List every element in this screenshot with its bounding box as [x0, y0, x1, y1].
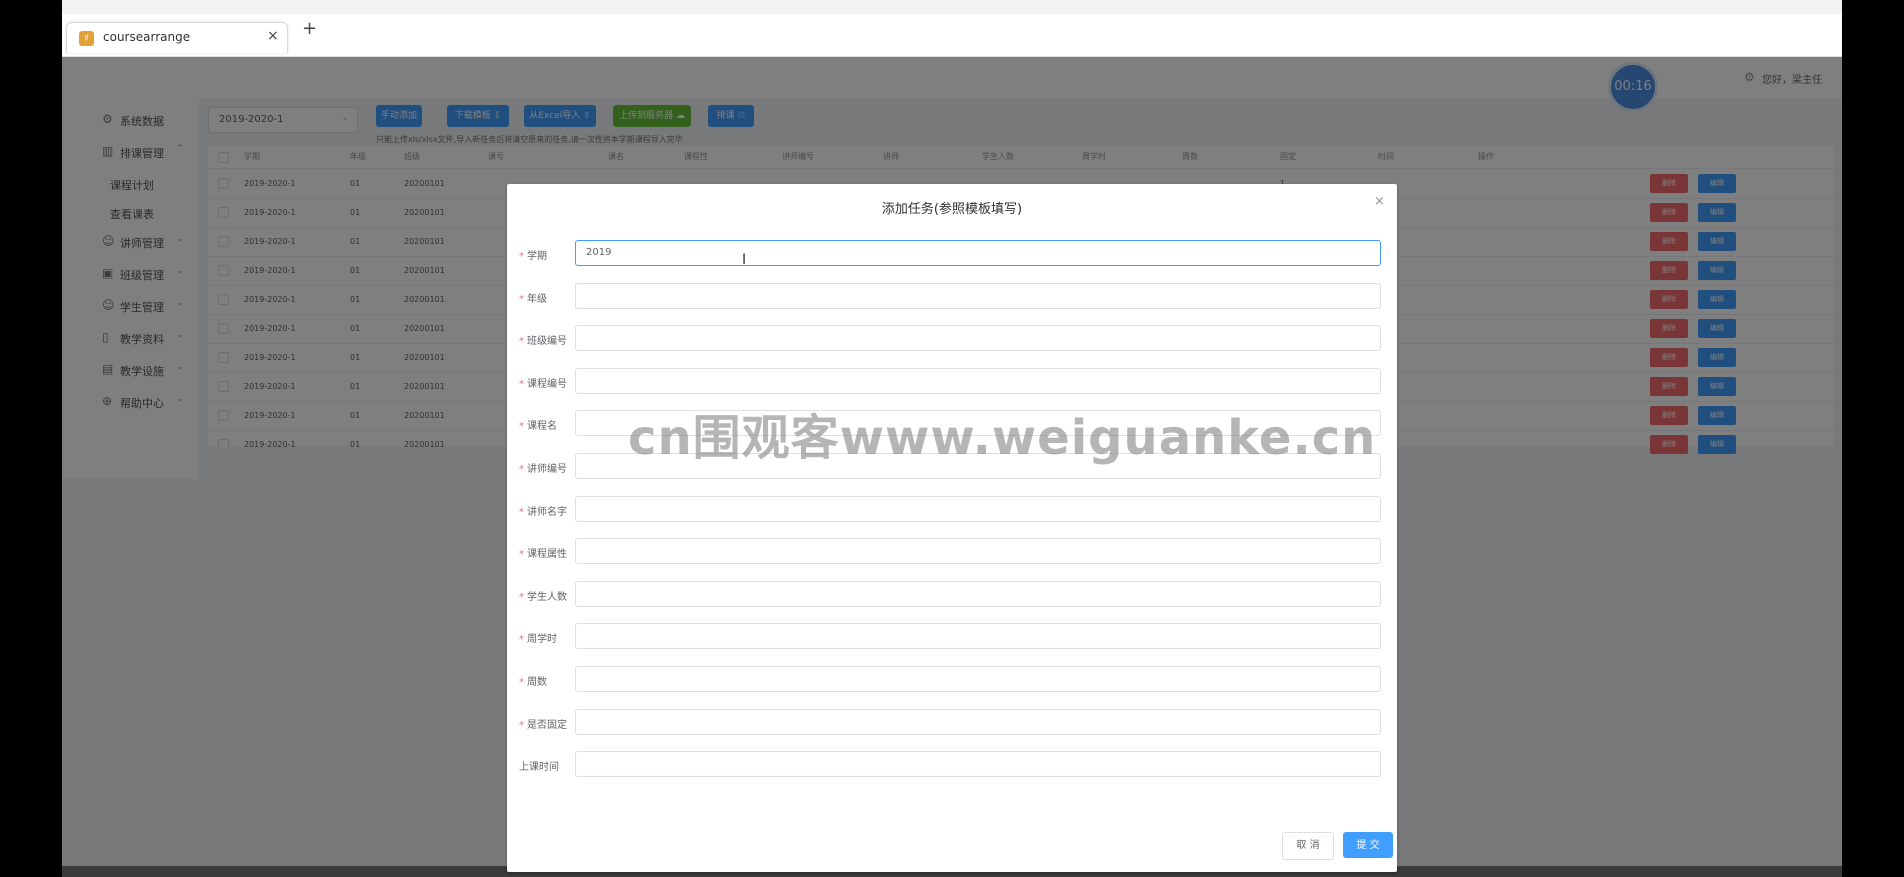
form-label: * 学期	[519, 247, 547, 262]
required-mark: *	[519, 677, 524, 688]
close-icon[interactable]: ×	[1374, 194, 1385, 209]
form-label-text: 年级	[527, 293, 547, 305]
form-label-text: 讲师编号	[527, 464, 567, 475]
form-label: * 是否固定	[519, 716, 567, 731]
form-row: * 课程属性	[507, 538, 1397, 566]
form-row: * 年级	[507, 282, 1397, 311]
form-input[interactable]	[575, 495, 1381, 522]
form-label: * 课程属性	[519, 545, 567, 560]
required-mark: *	[519, 336, 524, 348]
required-mark: *	[519, 719, 524, 731]
form-label: * 讲师编号	[519, 460, 567, 475]
form-label: * 讲师名字	[519, 503, 567, 518]
form-label: * 课程编号	[519, 375, 567, 390]
form-input[interactable]	[575, 538, 1381, 565]
form-input[interactable]	[575, 282, 1381, 309]
form-row: * 课程编号	[507, 367, 1397, 396]
form-input[interactable]: 2019	[575, 240, 1381, 266]
browser-tab[interactable]: ♯ coursearrange ×	[66, 22, 288, 53]
form-input[interactable]	[575, 580, 1381, 607]
form-label: * 学生人数	[519, 588, 567, 603]
form-row: * 周数	[507, 666, 1397, 694]
form-label: * 班级编号	[519, 332, 567, 347]
required-mark: *	[519, 251, 524, 262]
form-label-text: 学生人数	[527, 591, 567, 603]
cancel-button[interactable]: 取 消	[1282, 832, 1334, 860]
form-input[interactable]	[575, 367, 1381, 394]
required-mark: *	[519, 464, 524, 475]
required-mark: *	[519, 378, 524, 390]
tab-close-icon[interactable]: ×	[267, 28, 279, 44]
form-row: * 学生人数	[507, 580, 1397, 609]
app-favicon-icon: ♯	[79, 31, 94, 46]
required-mark: *	[519, 591, 524, 603]
tab-title: coursearrange	[103, 30, 191, 44]
watermark: cn围观客www.weiguanke.cn	[628, 410, 1377, 466]
form-label: * 周学时	[519, 630, 557, 645]
form-label-text: 班级编号	[527, 336, 567, 348]
form-label-text: 课程名	[527, 421, 557, 433]
form-input[interactable]	[575, 751, 1381, 778]
app-window: ♯ coursearrange × + ⚙ 您好，梁主任 ⚙系统数据▥排课管理⌃…	[62, 0, 1842, 877]
new-tab-icon[interactable]: +	[302, 18, 317, 39]
form-row: * 讲师名字	[507, 495, 1397, 524]
form-label-text: 讲师名字	[527, 506, 567, 518]
form-input[interactable]	[575, 325, 1381, 352]
form-label-text: 课程编号	[527, 378, 567, 390]
required-mark: *	[519, 421, 524, 433]
form-input[interactable]	[575, 666, 1381, 692]
window-title-bar	[62, 0, 1842, 15]
required-mark: *	[519, 634, 524, 646]
dialog-title: 添加任务(参照模板填写)	[881, 202, 1023, 217]
form-row: * 是否固定	[507, 708, 1397, 737]
form-row: * 班级编号	[507, 325, 1397, 353]
required-mark: *	[519, 549, 524, 561]
form-label: 上课时间	[519, 758, 559, 773]
form-label: * 年级	[519, 290, 547, 305]
required-mark: *	[519, 293, 524, 305]
form-row: * 周学时	[507, 623, 1397, 651]
form-label-text: 周数	[527, 677, 547, 688]
form-label-text: 课程属性	[527, 549, 567, 561]
browser-tab-strip: ♯ coursearrange × +	[62, 14, 1842, 57]
form-label-text: 学期	[527, 251, 547, 262]
form-label: * 课程名	[519, 417, 557, 432]
required-mark: *	[519, 506, 524, 518]
form-row: * 学期 2019	[507, 240, 1397, 268]
form-label-text: 上课时间	[519, 762, 559, 774]
form-input[interactable]	[575, 623, 1381, 650]
form-input[interactable]	[575, 708, 1381, 735]
form-label-text: 是否固定	[527, 719, 567, 731]
form-label: * 周数	[519, 673, 547, 688]
add-task-dialog: 添加任务(参照模板填写) × * 学期 2019 * 年级 * 班级编号 * 课程编号 * 课程名 *…	[507, 184, 1397, 872]
form-row: 上课时间	[507, 751, 1397, 779]
form-label-text: 周学时	[527, 634, 557, 646]
text-cursor-icon: Ⅰ	[742, 252, 747, 268]
submit-button[interactable]: 提 交	[1343, 832, 1393, 858]
